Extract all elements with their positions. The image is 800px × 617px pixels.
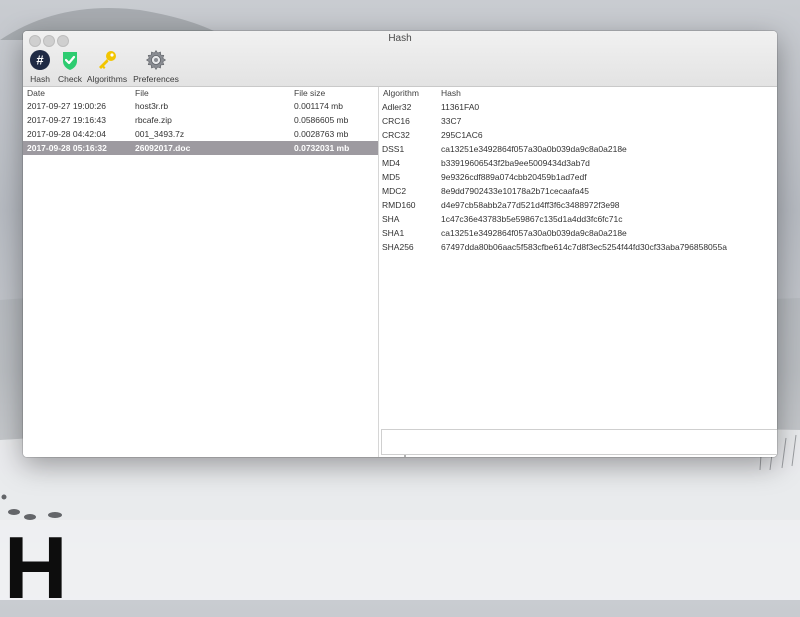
file-size: 0.001174 mb [294, 101, 343, 111]
algorithm-name: CRC32 [382, 130, 410, 140]
titlebar: Hash # Hash Check Algorithms Preferences [23, 31, 777, 87]
file-name: host3r.rb [135, 101, 169, 111]
check-shield-icon [63, 52, 77, 70]
toolbar-algorithms-button[interactable]: Algorithms [86, 49, 128, 84]
key-icon [99, 51, 116, 69]
hash-row[interactable]: Adler32 11361FA0 [379, 100, 777, 114]
algorithm-name: MDC2 [382, 186, 407, 196]
algorithm-name: RMD160 [382, 200, 416, 210]
file-row-selected[interactable]: 2017-09-28 05:16:32 26092017.doc 0.07320… [23, 141, 378, 155]
file-date: 2017-09-27 19:16:43 [27, 115, 106, 125]
file-row[interactable]: 2017-09-28 04:42:04 001_3493.7z 0.002876… [23, 127, 378, 141]
algorithm-name: SHA [382, 214, 400, 224]
algorithm-name: DSS1 [382, 144, 405, 154]
hash-value: 11361FA0 [441, 102, 480, 112]
file-size: 0.0732031 mb [294, 143, 350, 153]
svg-text:#: # [36, 53, 44, 68]
hash-row[interactable]: DSS1 ca13251e3492864f057a30a0b039da9c8a0… [379, 142, 777, 156]
hash-row[interactable]: MD5 9e9326cdf889a074cbb20459b1ad7edf [379, 170, 777, 184]
column-header-date[interactable]: Date [27, 88, 45, 98]
file-size: 0.0586605 mb [294, 115, 349, 125]
column-header-file[interactable]: File [135, 88, 149, 98]
algorithm-name: MD5 [382, 172, 400, 182]
algorithm-name: MD4 [382, 158, 400, 168]
file-row[interactable]: 2017-09-27 19:00:26 host3r.rb 0.001174 m… [23, 99, 378, 113]
hash-row[interactable]: SHA256 67497dda80b06aac5f583cfbe614c7d8f… [379, 240, 777, 254]
file-size: 0.0028763 mb [294, 129, 349, 139]
toolbar-hash-button[interactable]: # Hash [29, 49, 51, 84]
gear-icon [145, 49, 167, 71]
algorithm-name: CRC16 [382, 116, 410, 126]
file-row[interactable]: 2017-09-27 19:16:43 rbcafe.zip 0.0586605… [23, 113, 378, 127]
hash-row[interactable]: CRC16 33C7 [379, 114, 777, 128]
column-header-file-size[interactable]: File size [294, 88, 325, 98]
hash-value: 8e9dd7902433e10178a2b71cecaafa45 [441, 186, 589, 196]
hash-window: Hash # Hash Check Algorithms Preferences… [23, 31, 777, 457]
toolbar-preferences-button[interactable]: Preferences [133, 49, 179, 84]
hash-row[interactable]: MD4 b33919606543f2ba9ee5009434d3ab7d [379, 156, 777, 170]
toolbar-check-button[interactable]: Check [57, 49, 83, 84]
hash-value: ca13251e3492864f057a30a0b039da9c8a0a218e [441, 144, 627, 154]
file-date: 2017-09-28 05:16:32 [27, 143, 107, 153]
hash-value: b33919606543f2ba9ee5009434d3ab7d [441, 158, 590, 168]
hash-value: d4e97cb58abb2a77d521d4ff3f6c3488972f3e98 [441, 200, 620, 210]
hash-value: 9e9326cdf889a074cbb20459b1ad7edf [441, 172, 587, 182]
toolbar-algorithms-label: Algorithms [86, 74, 128, 84]
hash-row[interactable]: RMD160 d4e97cb58abb2a77d521d4ff3f6c34889… [379, 198, 777, 212]
column-header-algorithm[interactable]: Algorithm [383, 88, 419, 98]
hash-value: ca13251e3492864f057a30a0b039da9c8a0a218e [441, 228, 627, 238]
file-name: 26092017.doc [135, 143, 191, 153]
toolbar-preferences-label: Preferences [133, 74, 179, 84]
background-logo: H [4, 518, 68, 617]
algorithm-name: SHA1 [382, 228, 405, 238]
hash-row[interactable]: SHA 1c47c36e43783b5e59867c135d1a4dd3fc6f… [379, 212, 777, 226]
algorithm-name: Adler32 [382, 102, 412, 112]
hash-row[interactable]: MDC2 8e9dd7902433e10178a2b71cecaafa45 [379, 184, 777, 198]
toolbar-hash-label: Hash [30, 74, 50, 84]
hash-value: 1c47c36e43783b5e59867c135d1a4dd3fc6fc71c [441, 214, 623, 224]
hash-value: 33C7 [441, 116, 462, 126]
file-name: 001_3493.7z [135, 129, 185, 139]
algorithm-name: SHA256 [382, 242, 414, 252]
hash-row[interactable]: CRC32 295C1AC6 [379, 128, 777, 142]
file-name: rbcafe.zip [135, 115, 172, 125]
compare-tool-input[interactable] [381, 429, 777, 455]
file-date: 2017-09-27 19:00:26 [27, 101, 106, 111]
hash-value: 67497dda80b06aac5f583cfbe614c7d8f3ec5254… [441, 242, 727, 252]
hash-row[interactable]: SHA1 ca13251e3492864f057a30a0b039da9c8a0… [379, 226, 777, 240]
content-area: Date File File size 2017-09-27 19:00:26 … [23, 87, 777, 457]
window-title: Hash [388, 33, 412, 44]
toolbar-check-label: Check [57, 74, 83, 84]
file-date: 2017-09-28 04:42:04 [27, 129, 106, 139]
hash-icon: # [30, 50, 50, 70]
hash-value: 295C1AC6 [441, 130, 483, 140]
column-header-hash[interactable]: Hash [441, 88, 461, 98]
